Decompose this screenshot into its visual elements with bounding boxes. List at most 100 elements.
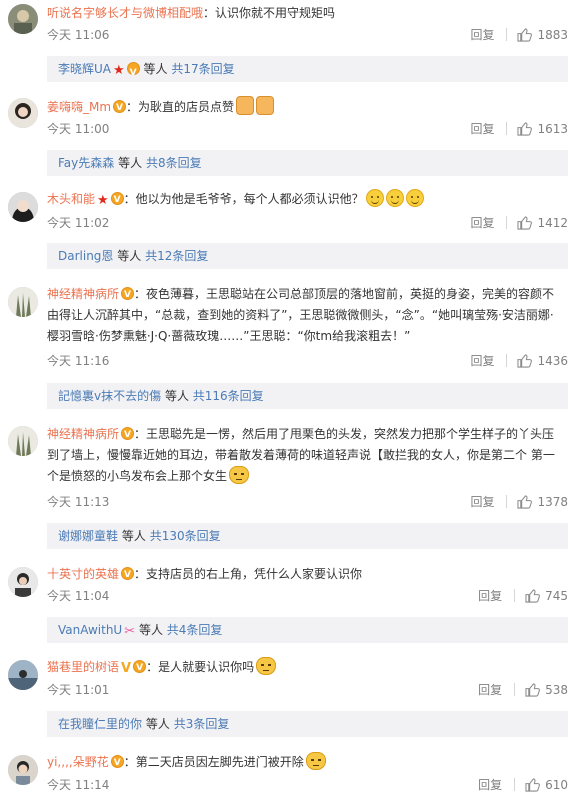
comment-time: 今天 11:16 — [47, 354, 110, 368]
sub-reply-count[interactable]: 共130条回复 — [150, 529, 221, 543]
comment-text: ：支持店员的右上角，凭什么人家要认识你 — [134, 567, 363, 581]
sub-reply-count[interactable]: 共12条回复 — [145, 249, 208, 263]
sub-replies[interactable]: 在我瞳仁里的你 等人 共3条回复 — [47, 711, 568, 737]
like-count: 745 — [545, 588, 568, 603]
divider — [506, 28, 508, 41]
vip-badge-icon — [126, 60, 140, 86]
cat-face-emoji-icon — [256, 657, 277, 675]
divider — [514, 778, 516, 791]
sub-reply-text: 等人 — [143, 62, 168, 76]
comment-time: 今天 11:04 — [47, 589, 110, 603]
sub-reply-count[interactable]: 共3条回复 — [174, 717, 230, 731]
comment-time: 今天 11:02 — [47, 216, 110, 230]
thumbs-up-icon[interactable] — [517, 494, 533, 509]
reply-button[interactable]: 回复 — [470, 493, 494, 510]
sub-reply-text: 等人 — [121, 529, 146, 543]
comment-time: 今天 11:01 — [47, 683, 110, 697]
divider — [506, 216, 508, 229]
avatar[interactable] — [8, 287, 38, 317]
sub-reply-text: 等人 — [138, 623, 163, 637]
sub-reply-count[interactable]: 共17条回复 — [171, 62, 234, 76]
vip-badge-icon — [121, 565, 135, 586]
vip-badge-icon — [110, 190, 124, 211]
divider — [506, 122, 508, 135]
sub-replies[interactable]: 谢娜娜童鞋 等人 共130条回复 — [47, 523, 568, 549]
sub-reply-text: 等人 — [118, 156, 143, 170]
star-badge-icon: ★ — [113, 63, 125, 78]
divider — [506, 354, 508, 367]
thumbs-up-icon[interactable] — [525, 682, 540, 697]
thumbs-up-icon[interactable] — [525, 777, 540, 792]
sub-reply-count[interactable]: 共116条回复 — [193, 389, 264, 403]
avatar[interactable] — [8, 426, 38, 456]
avatar[interactable] — [8, 567, 38, 597]
v-badge-icon: V — [121, 661, 132, 676]
reply-button[interactable]: 回复 — [478, 587, 502, 604]
vip-badge-icon — [121, 425, 135, 446]
sub-reply-count[interactable]: 共4条回复 — [167, 623, 223, 637]
divider — [506, 495, 508, 508]
cat-face-emoji-icon — [229, 466, 250, 484]
avatar[interactable] — [8, 660, 38, 690]
avatar[interactable] — [8, 755, 38, 785]
thumbs-up-icon[interactable] — [517, 353, 533, 368]
divider — [514, 683, 516, 696]
thumbs-up-icon[interactable] — [525, 588, 540, 603]
comment-time: 今天 11:14 — [47, 778, 110, 792]
sub-replies[interactable]: VanAwithU ✂ 等人 共4条回复 — [47, 617, 568, 643]
avatar[interactable] — [8, 98, 38, 128]
reply-button[interactable]: 回复 — [478, 776, 502, 793]
comment-username[interactable]: 姜嗨嗨_Mm — [47, 100, 111, 114]
like-count: 538 — [545, 682, 568, 697]
vip-badge-icon — [110, 753, 124, 774]
sub-reply-user[interactable]: Fay先森森 — [58, 156, 114, 170]
like-count: 1613 — [537, 121, 568, 136]
sub-reply-user[interactable]: VanAwithU — [58, 623, 122, 637]
comment-username[interactable]: 神经精神病所 — [47, 287, 119, 301]
reply-button[interactable]: 回复 — [470, 214, 494, 231]
sub-replies[interactable]: 李晓辉UA★ 等人 共17条回复 — [47, 56, 568, 86]
comment-username[interactable]: 听说名字够长才与微博相配哦 — [47, 6, 203, 20]
star-badge-icon: ★ — [97, 193, 109, 208]
avatar[interactable] — [8, 4, 38, 34]
sub-reply-count[interactable]: 共8条回复 — [146, 156, 202, 170]
comment-username[interactable]: 十英寸的英雄 — [47, 567, 119, 581]
avatar[interactable] — [8, 192, 38, 222]
sub-reply-user[interactable]: 在我瞳仁里的你 — [58, 717, 142, 731]
like-count: 1378 — [537, 494, 568, 509]
thumbs-up-emoji-icon — [236, 96, 255, 115]
sub-reply-text: 等人 — [145, 717, 170, 731]
thumbs-up-emoji-icon — [256, 96, 275, 115]
sub-reply-user[interactable]: Darling恩 — [58, 249, 113, 263]
reply-button[interactable]: 回复 — [470, 120, 494, 137]
comment-text: ：他以为他是毛爷爷，每个人都必须认识他？ — [123, 192, 364, 206]
thumbs-up-icon[interactable] — [517, 121, 533, 136]
sweat-emoji-icon — [365, 189, 384, 207]
reply-button[interactable]: 回复 — [470, 26, 494, 43]
comment-text: ：第二天店员因左脚先进门被开除 — [123, 755, 304, 769]
sub-replies[interactable]: 記憶裏v抹不去的傷 等人 共116条回复 — [47, 383, 568, 409]
thumbs-up-icon[interactable] — [517, 215, 533, 230]
comment-username[interactable]: 神经精神病所 — [47, 427, 119, 441]
reply-button[interactable]: 回复 — [470, 352, 494, 369]
thumbs-up-icon[interactable] — [517, 27, 533, 42]
sub-reply-user[interactable]: 記憶裏v抹不去的傷 — [58, 389, 161, 403]
sub-replies[interactable]: Fay先森森 等人 共8条回复 — [47, 150, 568, 176]
sub-reply-text: 等人 — [164, 389, 189, 403]
reply-button[interactable]: 回复 — [478, 681, 502, 698]
comment-text: ：是人就要认识你吗 — [146, 660, 255, 674]
vip-badge-icon — [121, 285, 135, 306]
like-count: 1883 — [537, 27, 568, 42]
bow-badge-icon: ✂ — [124, 624, 136, 639]
cat-face-emoji-icon — [305, 752, 326, 770]
comment-text: ：认识你就不用守规矩吗 — [203, 6, 336, 20]
sub-reply-user[interactable]: 谢娜娜童鞋 — [58, 529, 118, 543]
comment-username[interactable]: 木头和能 — [47, 192, 95, 206]
sub-reply-user[interactable]: 李晓辉UA — [58, 62, 111, 76]
comment-username[interactable]: 猫巷里的树语 — [47, 660, 119, 674]
sub-replies[interactable]: Darling恩 等人 共12条回复 — [47, 243, 568, 269]
like-count: 1436 — [537, 353, 568, 368]
sweat-emoji-icon — [405, 189, 424, 207]
comment-username[interactable]: yi,,,,朵野花 — [47, 755, 109, 769]
comment-time: 今天 11:00 — [47, 122, 110, 136]
